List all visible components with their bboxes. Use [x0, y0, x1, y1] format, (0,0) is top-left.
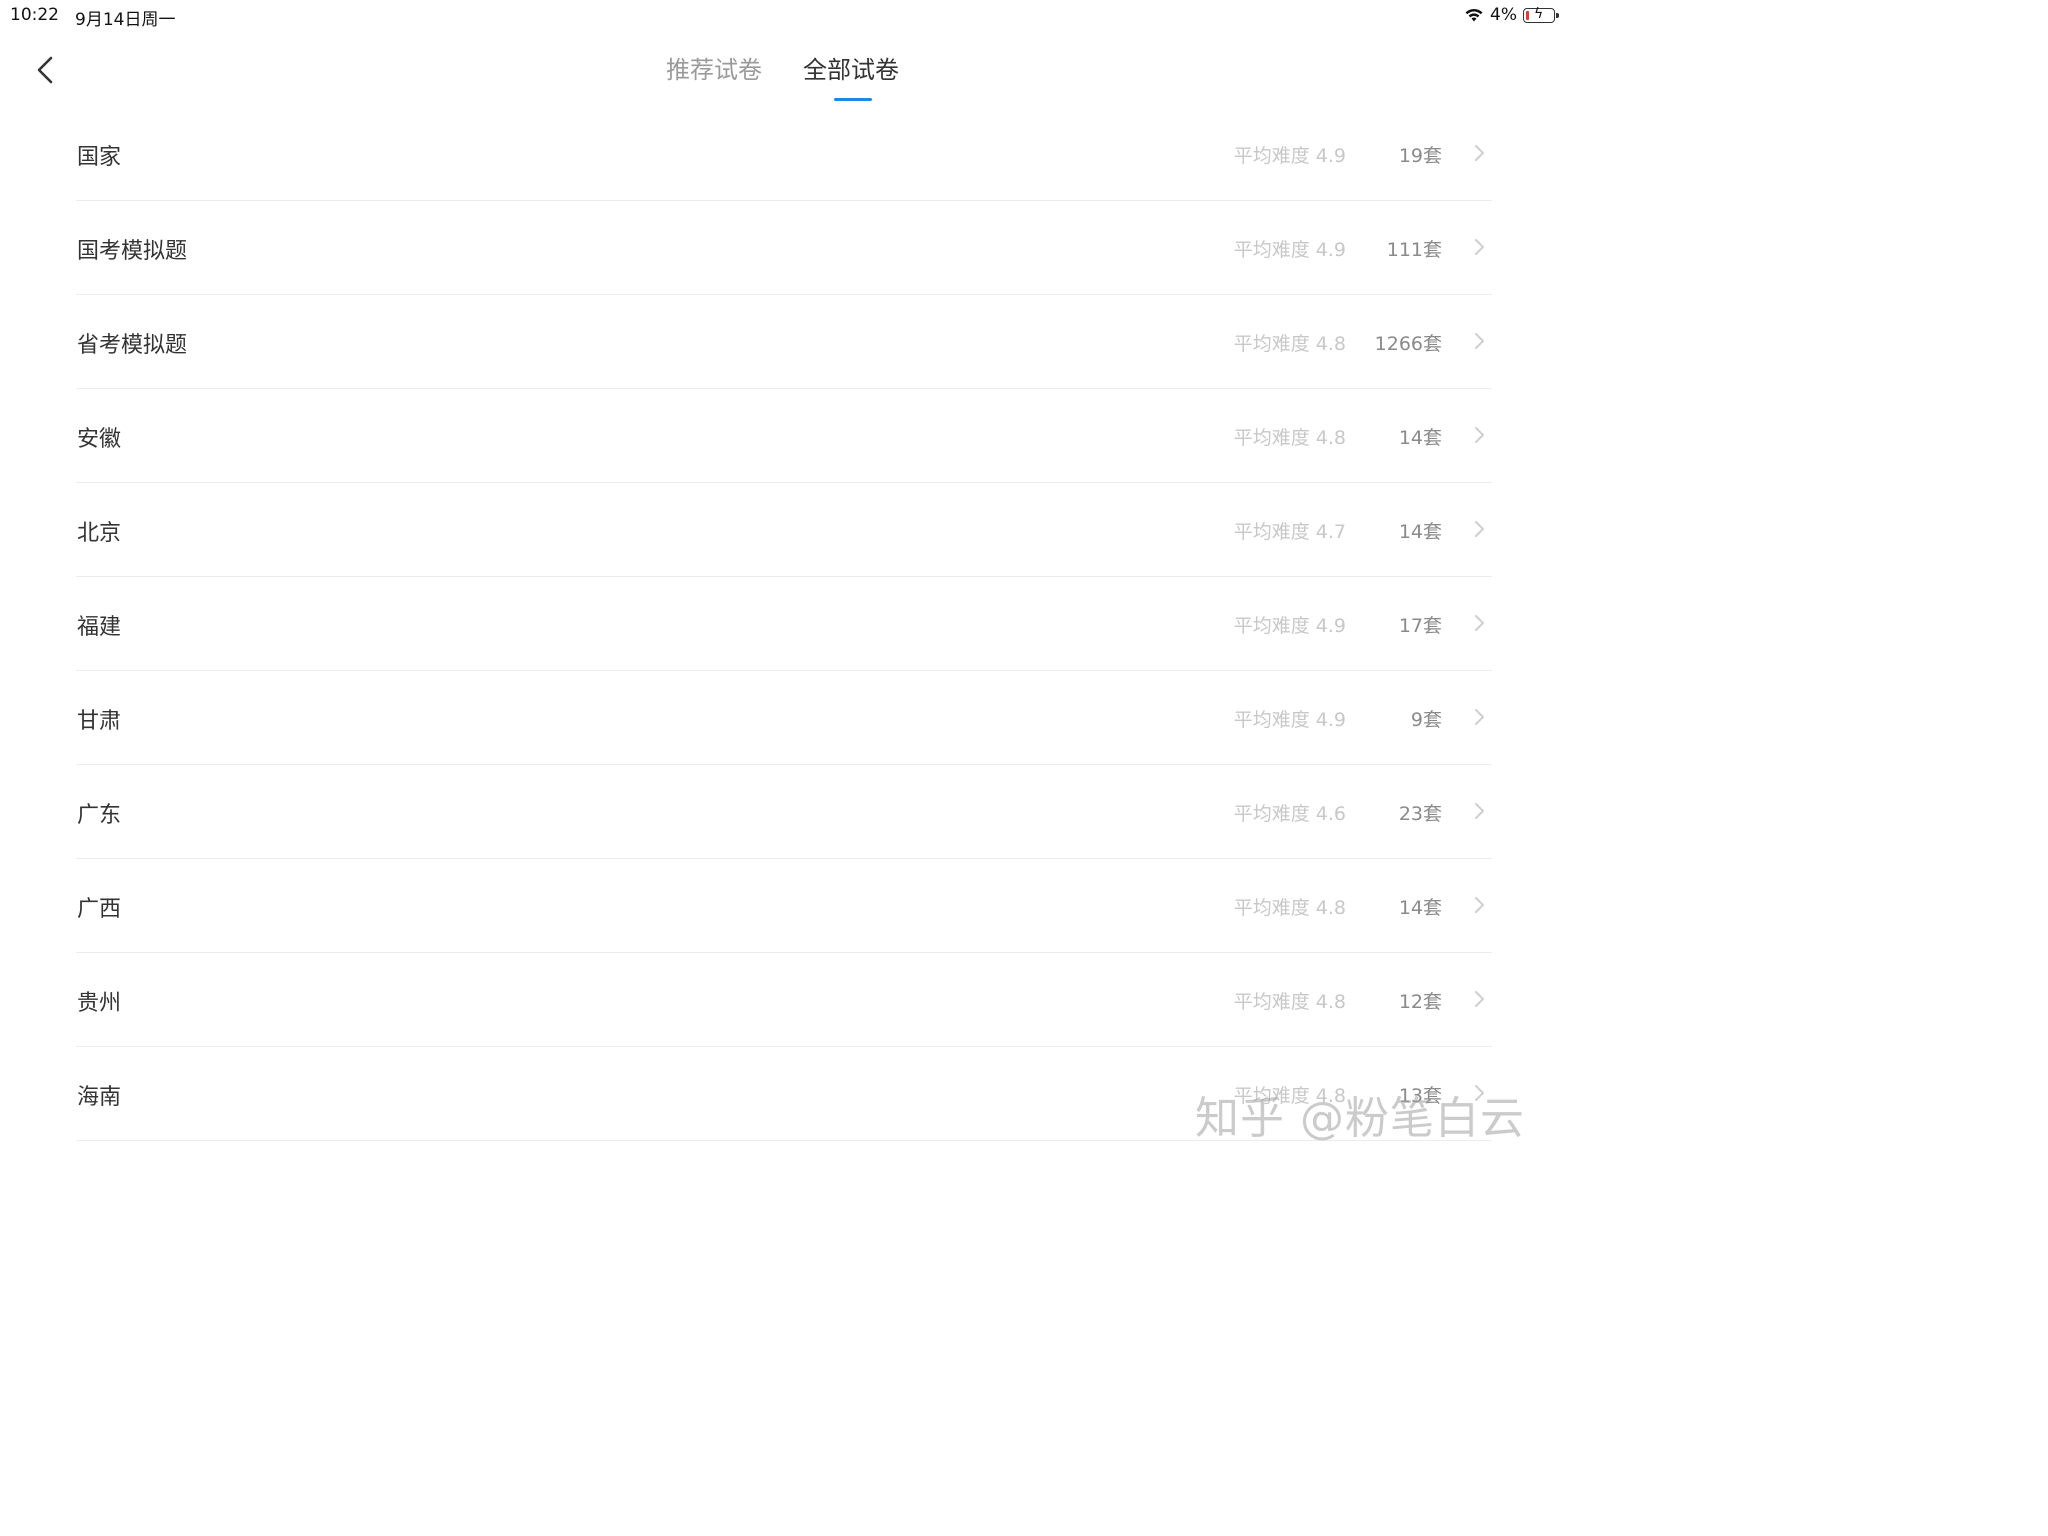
- list-item-name: 海南: [77, 1085, 122, 1110]
- tab-bar: 推荐试卷 全部试卷: [0, 48, 1563, 108]
- list-item-difficulty: 平均难度 4.8: [1233, 427, 1346, 449]
- list-item[interactable]: 国家 平均难度 4.9 19套: [76, 107, 1492, 201]
- list-item-count: 12套: [1398, 991, 1442, 1013]
- battery-percent: 4%: [1490, 5, 1517, 25]
- chevron-right-icon: [1475, 991, 1484, 1007]
- list-item-name: 贵州: [77, 991, 122, 1016]
- list-item-count: 14套: [1398, 521, 1442, 543]
- list-item-name: 安徽: [77, 427, 122, 452]
- list-item-difficulty: 平均难度 4.7: [1233, 521, 1346, 543]
- active-tab-indicator: [834, 98, 872, 101]
- chevron-right-icon: [1475, 803, 1484, 819]
- battery-icon: ϟ: [1523, 6, 1559, 23]
- chevron-right-icon: [1475, 709, 1484, 725]
- list-item-difficulty: 平均难度 4.6: [1233, 803, 1346, 825]
- list-item[interactable]: 广西 平均难度 4.8 14套: [76, 859, 1492, 953]
- list-item-count: 111套: [1386, 239, 1442, 261]
- exam-list-page: 10:22 9月14日周一 4% ϟ 推荐试卷 全部试卷 国家 平均难度 4.9 1…: [0, 0, 1563, 1176]
- list-item[interactable]: 贵州 平均难度 4.8 12套: [76, 953, 1492, 1047]
- list-item-count: 23套: [1398, 803, 1442, 825]
- list-item-difficulty: 平均难度 4.8: [1233, 991, 1346, 1013]
- list-item-difficulty: 平均难度 4.8: [1233, 333, 1346, 355]
- status-bar: 10:22 9月14日周一 4% ϟ: [0, 0, 1563, 30]
- list-item-difficulty: 平均难度 4.9: [1233, 615, 1346, 637]
- list-item-difficulty: 平均难度 4.8: [1233, 897, 1346, 919]
- list-item[interactable]: 广东 平均难度 4.6 23套: [76, 765, 1492, 859]
- list-item-count: 14套: [1398, 427, 1442, 449]
- chevron-right-icon: [1475, 427, 1484, 443]
- tab-all-papers[interactable]: 全部试卷: [803, 50, 899, 85]
- list-item-name: 广东: [77, 803, 122, 828]
- list-item-count: 14套: [1398, 897, 1442, 919]
- list-item-difficulty: 平均难度 4.9: [1233, 145, 1346, 167]
- list-item-name: 广西: [77, 897, 122, 922]
- list-item-name: 国家: [77, 145, 122, 170]
- list-item-count: 12套: [1399, 1175, 1442, 1176]
- watermark: 知乎 @粉笔白云: [1195, 1093, 1525, 1144]
- list-item-count: 17套: [1398, 615, 1442, 637]
- list-item-count: 1266套: [1374, 333, 1442, 355]
- list-item-count: 19套: [1398, 145, 1442, 167]
- status-date: 9月14日周一: [75, 10, 176, 30]
- list-item-difficulty: 平均难度 4.9: [1233, 709, 1346, 731]
- list-item-name: 国考模拟题: [77, 239, 188, 264]
- status-indicators: 4% ϟ: [1464, 5, 1559, 25]
- chevron-right-icon: [1475, 333, 1484, 349]
- wifi-icon: [1465, 8, 1483, 22]
- list-item[interactable]: 北京 平均难度 4.7 14套: [76, 483, 1492, 577]
- list-item[interactable]: 省考模拟题 平均难度 4.8 1266套: [76, 295, 1492, 389]
- list-item-count: 9套: [1410, 709, 1442, 731]
- list-item-name: 福建: [77, 615, 122, 640]
- list-item-name: 北京: [77, 521, 122, 546]
- list-item[interactable]: 河北平均难度 4.8 12套: [76, 1141, 1492, 1176]
- chevron-right-icon: [1475, 897, 1484, 913]
- list-item-name: 省考模拟题: [77, 333, 188, 358]
- list-item[interactable]: 安徽 平均难度 4.8 14套: [76, 389, 1492, 483]
- chevron-right-icon: [1475, 615, 1484, 631]
- list-item[interactable]: 国考模拟题 平均难度 4.9 111套: [76, 201, 1492, 295]
- list-item[interactable]: 福建 平均难度 4.9 17套: [76, 577, 1492, 671]
- list-item-difficulty: 平均难度 4.8: [1234, 1175, 1346, 1176]
- list-item-name: 甘肃: [77, 709, 122, 734]
- chevron-right-icon: [1475, 145, 1484, 161]
- list-item-name: 河北: [77, 1173, 121, 1176]
- chevron-right-icon: [1475, 239, 1484, 255]
- status-time: 10:22: [10, 5, 59, 25]
- list-item[interactable]: 甘肃 平均难度 4.9 9套: [76, 671, 1492, 765]
- paper-category-list: 国家 平均难度 4.9 19套 国考模拟题 平均难度 4.9 111套 省考模拟题 平均难度 …: [76, 107, 1492, 1176]
- chevron-right-icon: [1475, 521, 1484, 537]
- list-item-difficulty: 平均难度 4.9: [1233, 239, 1346, 261]
- tab-recommended-papers[interactable]: 推荐试卷: [666, 50, 762, 85]
